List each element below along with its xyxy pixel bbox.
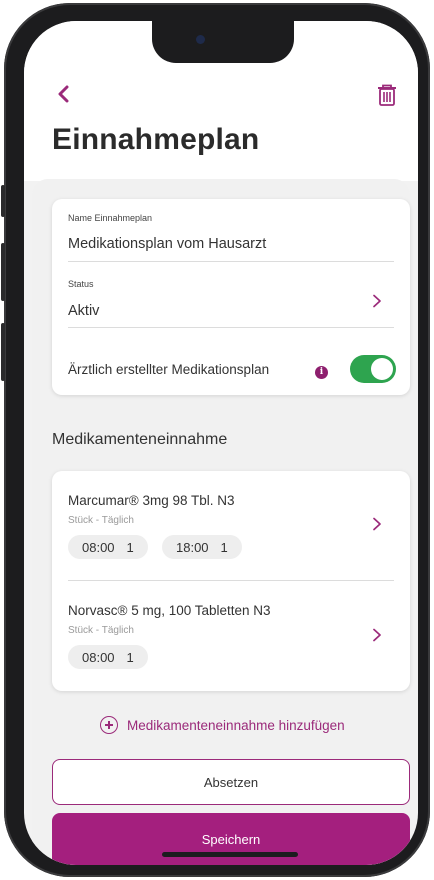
medications-section-title: Medikamenteneinnahme: [52, 431, 228, 448]
name-field[interactable]: Medikationsplan vom Hausarzt: [68, 236, 266, 252]
chevron-right-icon: [373, 294, 381, 308]
dose-time: 08:00: [82, 539, 115, 555]
dose-quantity: 1: [126, 539, 134, 555]
info-icon[interactable]: i: [315, 366, 328, 379]
phone-frame: Einnahmeplan Name Einnahmeplan Medikatio…: [1, 3, 430, 877]
home-indicator: [162, 852, 298, 857]
delete-button[interactable]: [376, 83, 398, 107]
back-button[interactable]: [52, 83, 74, 105]
chevron-left-icon: [58, 85, 69, 103]
notch: [152, 21, 294, 63]
toggle-knob: [371, 358, 393, 380]
save-button[interactable]: Speichern: [52, 813, 410, 865]
divider: [68, 261, 394, 262]
medication-name: Marcumar® 3mg 98 Tbl. N3: [68, 493, 235, 508]
plan-settings-card: Name Einnahmeplan Medikationsplan vom Ha…: [52, 199, 410, 395]
add-medication-button[interactable]: Medikamenteneinnahme hinzufügen: [100, 715, 345, 735]
dose-quantity: 1: [126, 649, 134, 665]
medications-card: Marcumar® 3mg 98 Tbl. N3 Stück - Täglich…: [52, 471, 410, 691]
dose-pill: 08:00 1: [68, 645, 148, 669]
status-value: Aktiv: [68, 303, 100, 319]
medication-schedule: Stück - Täglich: [68, 625, 134, 636]
dose-pill: 08:00 1: [68, 535, 148, 559]
dose-time: 18:00: [176, 539, 209, 555]
page-title: Einnahmeplan: [52, 123, 260, 156]
medication-schedule: Stück - Täglich: [68, 515, 134, 526]
volume-down-button: [1, 323, 5, 381]
divider: [68, 580, 394, 581]
chevron-right-icon: [373, 628, 381, 642]
divider: [68, 327, 394, 328]
plus-circle-icon: [100, 716, 118, 734]
app-screen: Einnahmeplan Name Einnahmeplan Medikatio…: [24, 21, 418, 865]
status-label: Status: [68, 279, 94, 289]
doctor-plan-toggle[interactable]: [350, 355, 396, 383]
add-medication-label: Medikamenteneinnahme hinzufügen: [127, 717, 345, 733]
dose-pill: 18:00 1: [162, 535, 242, 559]
side-switch: [1, 185, 5, 217]
medication-name: Norvasc® 5 mg, 100 Tabletten N3: [68, 603, 271, 618]
discontinue-button[interactable]: Absetzen: [52, 759, 410, 805]
dose-time: 08:00: [82, 649, 115, 665]
camera: [196, 35, 205, 44]
dose-quantity: 1: [220, 539, 228, 555]
name-field-label: Name Einnahmeplan: [68, 213, 153, 223]
trash-icon: [378, 84, 396, 106]
doctor-plan-label: Ärztlich erstellter Medikationsplan: [68, 362, 270, 377]
volume-up-button: [1, 243, 5, 301]
chevron-right-icon: [373, 517, 381, 531]
